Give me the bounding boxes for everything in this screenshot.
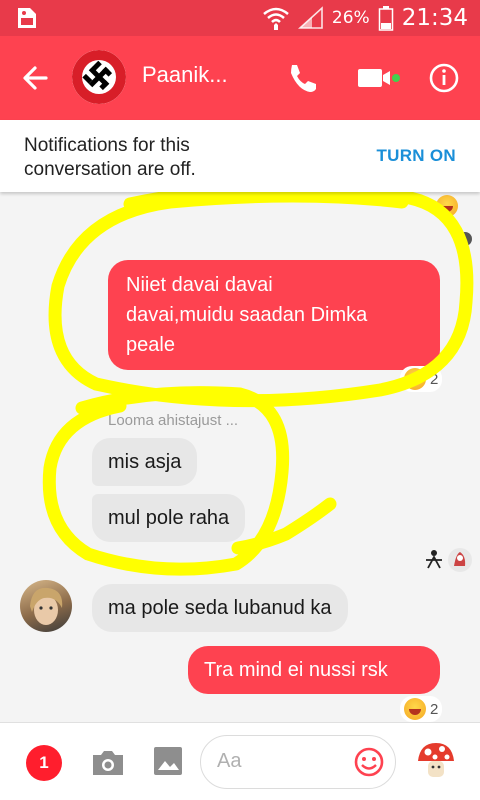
video-call-icon[interactable] [356,58,396,98]
notifications-off-banner: Notifications for this conversation are … [0,120,480,192]
image-icon[interactable] [152,745,184,779]
status-bar: 26% 21:34 [0,0,480,36]
camera-icon[interactable] [90,747,126,779]
message-input[interactable]: Aa [200,735,396,789]
notice-line-1: Notifications for this [24,135,190,156]
message-composer: 1 Aa [0,722,480,800]
message-input-placeholder: Aa [217,750,242,772]
sim-card-icon [18,8,36,28]
emoji-picker-icon[interactable] [353,746,385,778]
phone-icon[interactable] [282,58,322,98]
info-icon[interactable] [424,58,464,98]
emblem-image [72,50,126,104]
notice-line-2: conversation are off. [24,159,196,180]
battery-percent: 26% [331,8,370,28]
group-avatar[interactable] [72,50,126,104]
notice-text: Notifications for this conversation are … [24,134,196,182]
back-arrow-icon[interactable] [20,60,52,96]
battery-icon [378,6,393,31]
online-indicator [392,74,400,82]
conversation-title[interactable]: Paanik... [142,62,228,88]
signal-icon [297,6,323,29]
wifi-icon [263,7,289,30]
mushroom-sticker-icon[interactable] [414,739,458,783]
message-list[interactable]: Niiet davai davai davai,muidu saadan Dim… [0,192,480,722]
clock: 21:34 [401,5,468,31]
notification-badge[interactable]: 1 [26,745,62,781]
turn-on-button[interactable]: TURN ON [376,146,456,166]
yellow-circle-annotations [42,192,474,576]
conversation-header: Paanik... [0,36,480,120]
